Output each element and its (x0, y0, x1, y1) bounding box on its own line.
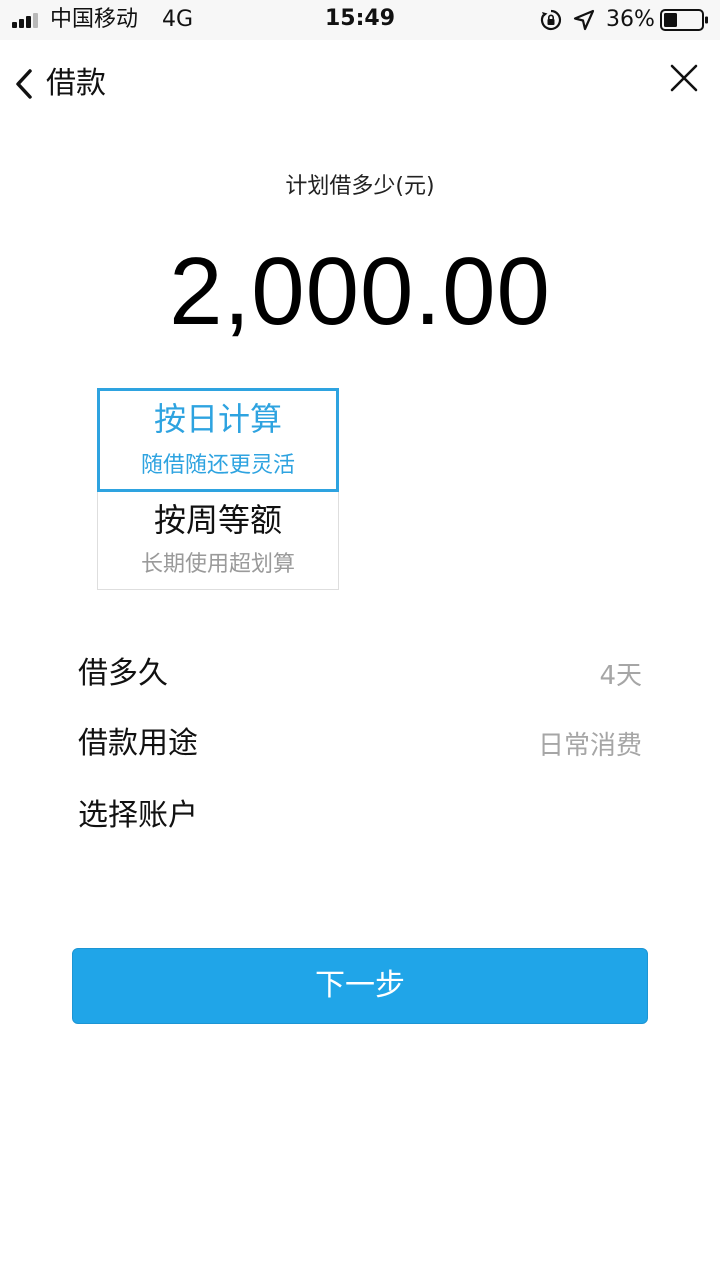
loan-duration-value: 4天 (599, 661, 642, 691)
next-step-button[interactable]: 下一步 (72, 948, 648, 1024)
location-arrow-icon (573, 9, 595, 31)
status-bar: 中国移动 4G 15:49 36% (0, 0, 720, 40)
page-title: 借款 (46, 66, 106, 101)
select-account-row[interactable]: 选择账户 (78, 792, 642, 840)
orientation-lock-icon (540, 9, 562, 31)
option-title: 按日计算 (153, 400, 282, 438)
select-account-label: 选择账户 (78, 798, 198, 833)
close-icon[interactable] (668, 62, 700, 94)
loan-purpose-value: 日常消费 (537, 731, 642, 761)
battery-percentage: 36% (606, 7, 655, 32)
loan-purpose-row[interactable]: 借款用途 日常消费 (78, 720, 642, 768)
repayment-option-daily[interactable]: 按日计算 随借随还更灵活 (97, 388, 339, 492)
loan-duration-row[interactable]: 借多久 4天 (78, 650, 642, 698)
loan-amount-value[interactable]: 2,000.00 (0, 236, 720, 348)
loan-purpose-label: 借款用途 (78, 726, 198, 761)
option-title: 按周等额 (153, 501, 282, 539)
amount-label: 计划借多少(元) (285, 174, 435, 199)
repayment-option-weekly[interactable]: 按周等额 长期使用超划算 (97, 492, 339, 590)
chevron-left-icon[interactable] (12, 68, 36, 100)
option-subtitle: 长期使用超划算 (140, 552, 295, 577)
option-subtitle: 随借随还更灵活 (140, 453, 295, 478)
battery-icon (660, 9, 708, 31)
loan-duration-label: 借多久 (78, 656, 168, 691)
loan-page: 中国移动 4G 15:49 36% 借款 计划借多少(元) 2,000.00 按… (0, 0, 720, 1280)
